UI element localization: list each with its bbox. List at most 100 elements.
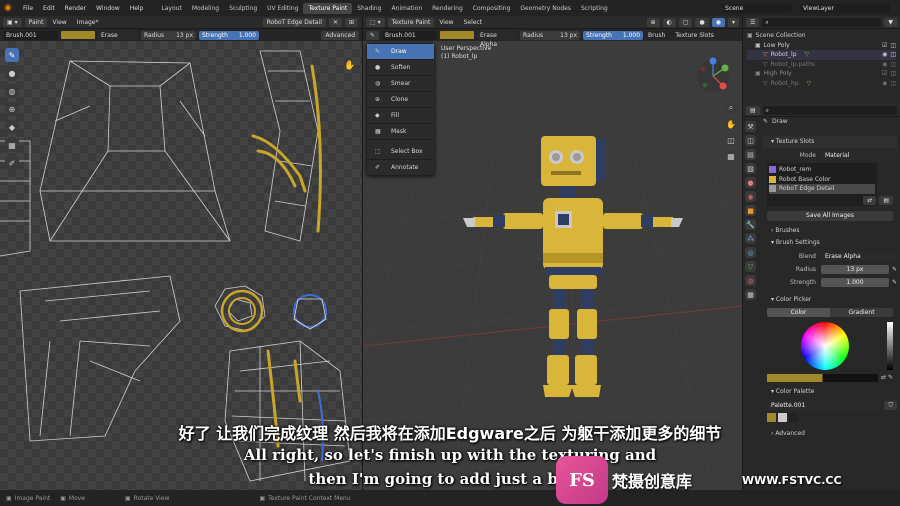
outliner-item[interactable]: ▣ Scene Collection <box>747 31 896 41</box>
swap-colors-icon[interactable]: ⇄ <box>881 374 886 381</box>
blend-selector[interactable]: Erase Alpha <box>821 251 897 261</box>
eyedropper-icon[interactable]: ✎ <box>888 374 893 381</box>
world-tab-icon[interactable]: ◉ <box>745 191 756 202</box>
image-mode-selector[interactable]: Paint <box>24 17 48 27</box>
viewport-menu-select[interactable]: Select <box>459 19 488 26</box>
tool-annotate[interactable]: ✐ Annotate <box>367 160 434 176</box>
texture-slot-item[interactable]: RoboT Edge Detail <box>769 184 875 194</box>
outliner-item[interactable]: ▣ Low Poly ☑ ◫ <box>747 41 896 51</box>
menu-view[interactable]: View <box>47 19 71 26</box>
eye-icon[interactable]: ◉ <box>882 61 887 68</box>
tab-gradient[interactable]: Gradient <box>830 307 893 317</box>
viewlayer-selector[interactable]: ViewLayer <box>800 3 890 13</box>
close-icon[interactable]: ✕ <box>328 17 342 27</box>
tool-tab-icon[interactable]: ⚒ <box>745 121 756 132</box>
color-picker-panel-header[interactable]: ▾ Color Picker <box>763 294 897 306</box>
viewport-radius-field[interactable]: Radius 13 px <box>520 30 581 40</box>
editor-type-button[interactable]: ▣ ▾ <box>3 17 22 27</box>
pen-pressure-icon[interactable]: ✎ <box>892 266 897 273</box>
viewport-strength-field[interactable]: Strength 1.000 <box>583 30 644 40</box>
render-tab-icon[interactable]: ◫ <box>745 135 756 146</box>
view-layer-tab-icon[interactable]: ▧ <box>745 163 756 174</box>
soften-tool-icon[interactable]: ● <box>5 66 19 80</box>
filter-icon[interactable]: ▼ <box>884 17 897 27</box>
tool-select-box[interactable]: ⬚ Select Box <box>367 144 434 160</box>
orientation-gizmo-icon[interactable]: ⊕ <box>646 17 660 27</box>
annotate-tool-icon[interactable]: ✐ <box>5 156 19 170</box>
tool-soften[interactable]: ● Soften <box>367 60 434 76</box>
open-image-icon[interactable]: ▤ <box>879 195 893 205</box>
draw-tool-icon[interactable]: ✎ <box>5 48 19 62</box>
camera-icon[interactable]: ◫ <box>890 80 896 87</box>
blend-mode-selector[interactable]: Erase Alpha <box>98 30 138 48</box>
camera-icon[interactable]: ◫ <box>725 134 737 146</box>
shading-solid-icon[interactable]: ● <box>695 17 709 27</box>
object-tab-icon[interactable]: ■ <box>745 205 756 216</box>
tab-sculpting[interactable]: Sculpting <box>224 3 262 14</box>
tab-texture-paint[interactable]: Texture Paint <box>303 2 353 14</box>
brush-selector[interactable]: Brush.001 <box>3 30 58 40</box>
brush-type-icon[interactable]: ✎ <box>366 30 380 40</box>
texture-slot-item[interactable]: Robot_rem <box>769 165 875 175</box>
overlay-icon[interactable]: ◐ <box>662 17 676 27</box>
pan-icon[interactable]: ✋ <box>725 118 737 130</box>
brush-menu[interactable]: Brush <box>643 32 670 39</box>
outliner-search-input[interactable]: ⌕ <box>762 17 882 27</box>
tab-geometry-nodes[interactable]: Geometry Nodes <box>515 3 576 14</box>
physics-tab-icon[interactable]: ◎ <box>745 247 756 258</box>
grid-icon[interactable]: ▦ <box>725 150 737 162</box>
blender-logo-icon[interactable]: ◉ <box>4 3 14 13</box>
strength-field[interactable]: Strength 1.000 <box>199 30 259 40</box>
texture-slot-item[interactable]: Robot Base Color <box>769 175 875 185</box>
outliner-item[interactable]: ▽ Robot_hp ▽ ◉ ◫ <box>747 79 896 89</box>
outliner-item[interactable]: ▽ Robot_lp ▽ ◉ ◫ <box>747 50 896 60</box>
strength-slider[interactable]: 1.000 <box>821 277 889 287</box>
texture-paint-mode-selector[interactable]: Texture Paint <box>387 17 435 27</box>
fill-tool-icon[interactable]: ◆ <box>5 120 19 134</box>
tool-mask[interactable]: ▦ Mask <box>367 124 434 140</box>
eye-icon[interactable]: ◉ <box>882 80 887 87</box>
tab-animation[interactable]: Animation <box>387 3 428 14</box>
brush-settings-panel-header[interactable]: ▾ Brush Settings <box>763 237 897 249</box>
particles-tab-icon[interactable]: ⁂ <box>745 233 756 244</box>
pin-icon[interactable]: ⊞ <box>344 17 358 27</box>
mesh-data-tab-icon[interactable]: ▽ <box>745 261 756 272</box>
save-all-images-button[interactable]: Save All Images <box>767 210 893 221</box>
mode-selector[interactable]: Material <box>821 151 897 160</box>
tool-fill[interactable]: ◆ Fill <box>367 108 434 124</box>
menu-help[interactable]: Help <box>125 5 149 12</box>
texture-tab-icon[interactable]: ▦ <box>745 289 756 300</box>
scene-selector[interactable]: Scene <box>722 3 792 13</box>
pan-hand-icon[interactable]: ✋ <box>344 61 355 71</box>
outliner-type-button[interactable]: ☰ <box>746 17 760 27</box>
tab-scripting[interactable]: Scripting <box>576 3 613 14</box>
color-wheel[interactable] <box>801 321 849 370</box>
camera-icon[interactable]: ◫ <box>890 42 896 49</box>
properties-type-button[interactable]: ▤ <box>746 105 760 115</box>
brushes-panel-header[interactable]: › Brushes <box>763 225 897 237</box>
shading-options-icon[interactable]: ▾ <box>727 17 739 27</box>
menu-file[interactable]: File <box>18 5 38 12</box>
radius-slider[interactable]: 13 px <box>821 264 889 274</box>
zoom-icon[interactable]: ⌕ <box>725 102 737 114</box>
viewport-menu-view[interactable]: View <box>434 19 458 26</box>
clone-tool-icon[interactable]: ⊕ <box>5 102 19 116</box>
camera-icon[interactable]: ◫ <box>890 61 896 68</box>
tab-uv-editing[interactable]: UV Editing <box>262 3 303 14</box>
output-tab-icon[interactable]: ▤ <box>745 149 756 160</box>
scene-tab-icon[interactable]: ● <box>745 177 756 188</box>
menu-edit[interactable]: Edit <box>38 5 60 12</box>
material-tab-icon[interactable]: ◍ <box>745 275 756 286</box>
tab-rendering[interactable]: Rendering <box>427 3 468 14</box>
palette-selector[interactable]: Palette.001 <box>767 400 882 410</box>
viewport-editor-type-button[interactable]: ⬚ ▾ <box>366 17 385 27</box>
outliner-item[interactable]: ▣ High Poly ☑ ◫ <box>747 69 896 79</box>
tab-color[interactable]: Color <box>767 307 830 317</box>
shading-material-icon[interactable]: ◉ <box>711 17 725 27</box>
texture-slots-menu[interactable]: Texture Slots <box>670 32 719 39</box>
tab-shading[interactable]: Shading <box>352 3 386 14</box>
outliner-item[interactable]: ▽ Robot_lp.paths ◉ ◫ <box>747 60 896 70</box>
tab-modeling[interactable]: Modeling <box>187 3 224 14</box>
fake-user-icon[interactable]: ⛉ <box>884 400 897 410</box>
radius-field[interactable]: Radius 13 px <box>141 30 196 40</box>
